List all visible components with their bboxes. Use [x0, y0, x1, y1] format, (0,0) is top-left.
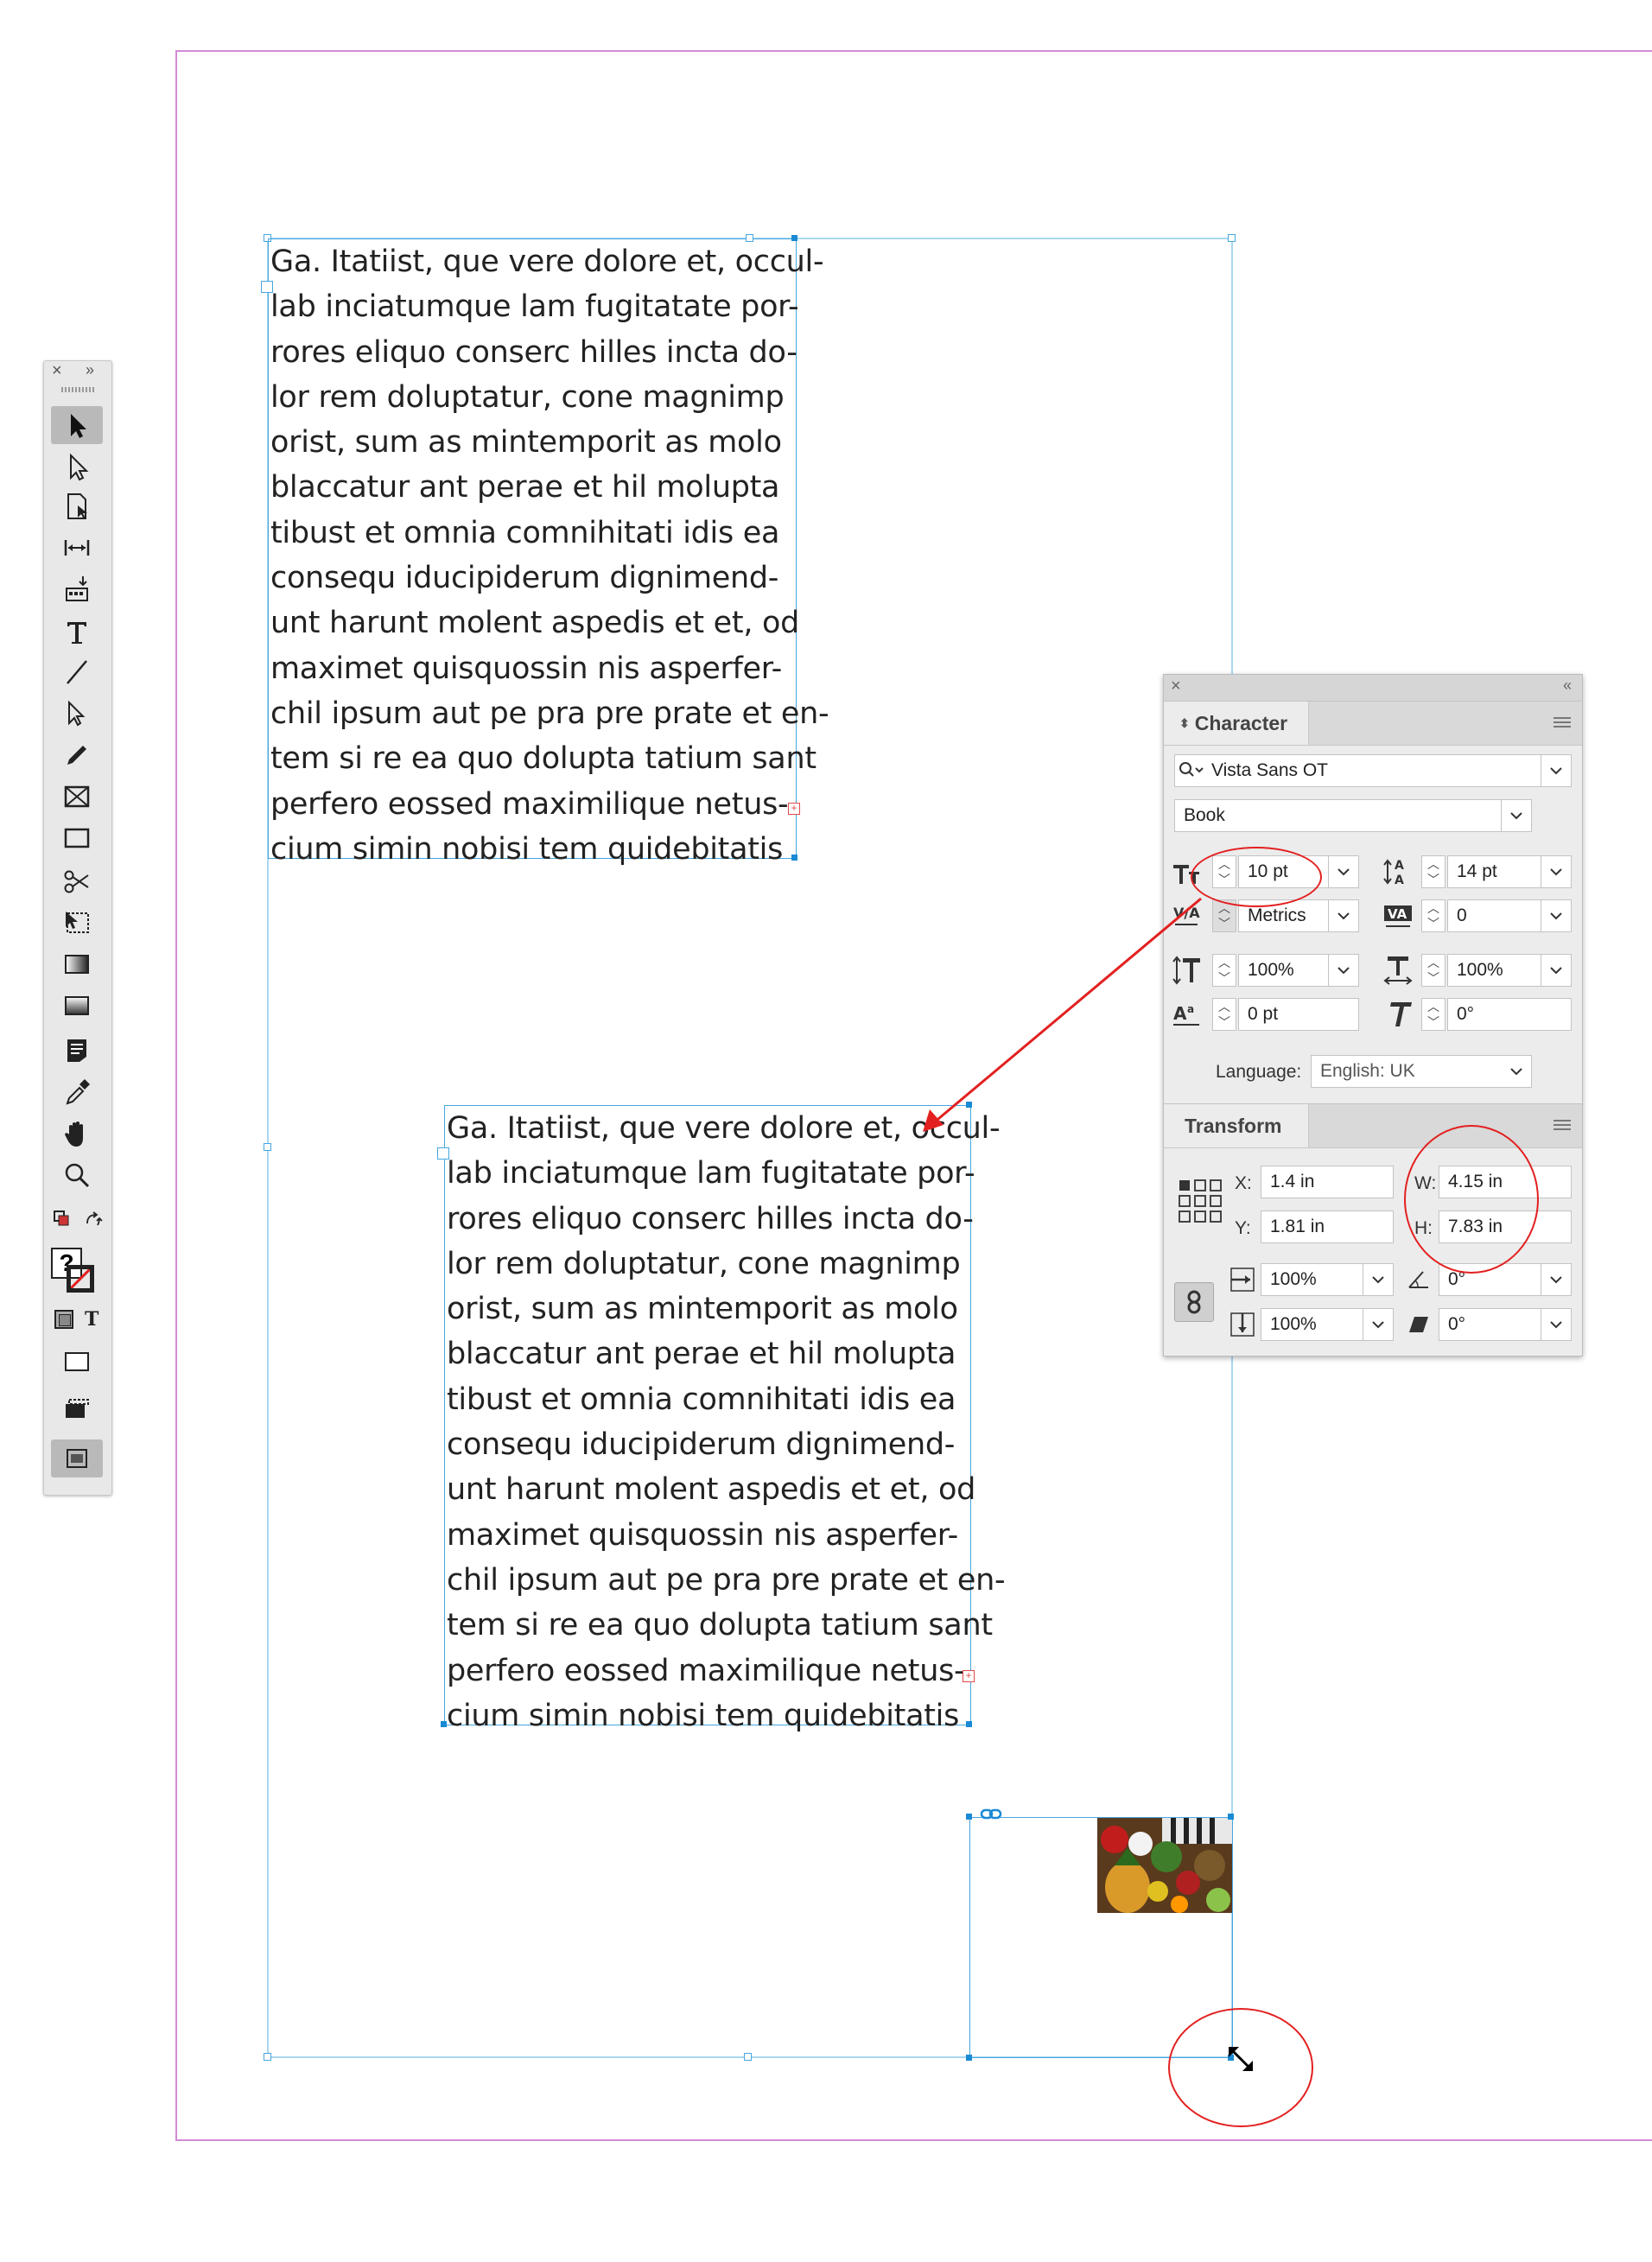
- annotation-arrow: [923, 897, 1202, 1132]
